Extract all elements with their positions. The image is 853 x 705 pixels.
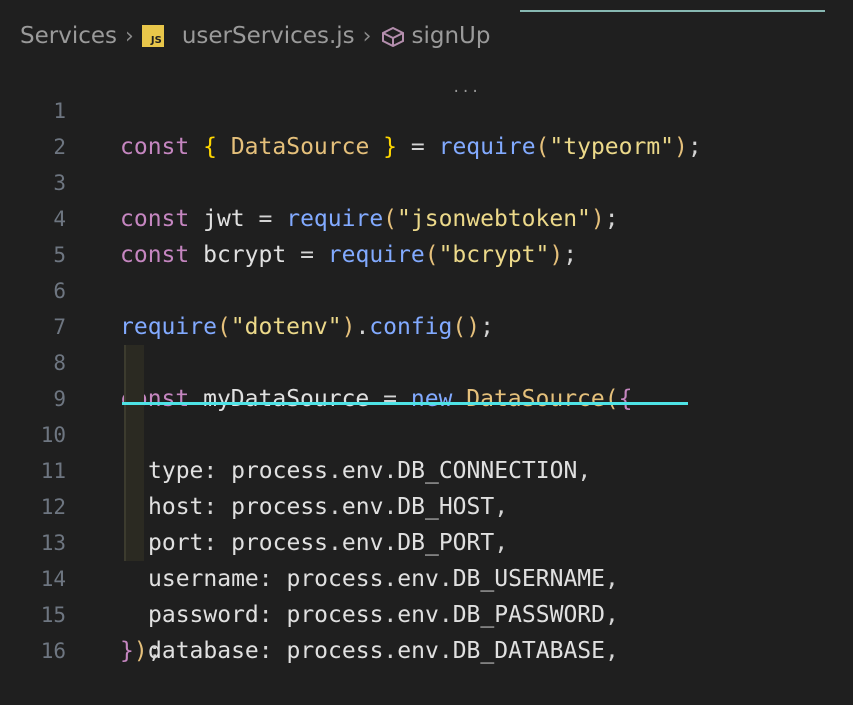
breadcrumb-file-label: userServices.js xyxy=(181,23,355,49)
indent-guide xyxy=(124,345,144,381)
hover-hint-dots[interactable]: ... xyxy=(452,81,480,95)
code-line-14[interactable]: 14 database: process.env.DB_DATABASE, xyxy=(0,525,853,664)
js-file-icon: JS xyxy=(141,25,164,47)
indent-guide xyxy=(124,525,144,561)
code-line-1[interactable]: 1 const { DataSource } = require("typeor… xyxy=(0,57,853,160)
indent-guide xyxy=(124,381,144,417)
code-line-8[interactable]: 8 const myDataSource = new DataSource({ xyxy=(0,309,853,412)
chevron-right-icon: › xyxy=(125,23,134,49)
indent-guide xyxy=(124,453,144,489)
line-number: 16 xyxy=(40,639,66,663)
indent-guide xyxy=(124,417,144,453)
indent-guide xyxy=(124,489,144,525)
sticky-scroll-highlight xyxy=(122,402,688,405)
code-line-11[interactable]: 11 port: process.env.DB_PORT, xyxy=(0,417,853,556)
method-symbol-icon xyxy=(382,26,405,47)
code-line-13[interactable]: 13 password: process.env.DB_PASSWORD, xyxy=(0,489,853,628)
breadcrumb-symbol-label: signUp xyxy=(411,23,491,49)
breadcrumb-folder[interactable]: Services xyxy=(20,23,117,49)
code-line-4[interactable]: 4 const bcrypt = require("bcrypt"); xyxy=(0,165,853,268)
tab-accent-line xyxy=(520,10,825,12)
object-name: env xyxy=(397,638,439,664)
code-line-3[interactable]: 3 const jwt = require("jsonwebtoken"); xyxy=(0,129,853,232)
code-line-12[interactable]: 12 username: process.env.DB_USERNAME, xyxy=(0,453,853,592)
code-line-7[interactable]: 7 xyxy=(0,273,853,339)
breadcrumb-symbol[interactable]: signUp xyxy=(379,23,490,49)
code-line-10[interactable]: 10 host: process.env.DB_HOST, xyxy=(0,381,853,520)
breadcrumb: Services › JS userServices.js › signUp xyxy=(20,18,490,54)
semicolon: ; xyxy=(147,638,162,664)
code-line-9[interactable]: 9 type: process.env.DB_CONNECTION, xyxy=(0,345,853,484)
brace: } xyxy=(120,638,134,664)
code-line-15[interactable]: 15 }); xyxy=(0,561,853,664)
code-line-6[interactable]: 6 require("dotenv").config(); xyxy=(0,237,853,340)
code-line-16[interactable]: 16 xyxy=(0,597,853,663)
property-key: database xyxy=(148,638,259,664)
chevron-right-icon: › xyxy=(362,23,372,49)
env-variable: DB_DATABASE xyxy=(452,638,606,664)
paren: ) xyxy=(133,638,148,664)
code-editor[interactable]: 1 const { DataSource } = require("typeor… xyxy=(0,57,853,664)
code-line-5[interactable]: 5 xyxy=(0,201,853,267)
object-name: process xyxy=(286,638,384,664)
code-line-2[interactable]: 2 xyxy=(0,93,853,159)
breadcrumb-file[interactable]: JS userServices.js xyxy=(141,23,355,49)
